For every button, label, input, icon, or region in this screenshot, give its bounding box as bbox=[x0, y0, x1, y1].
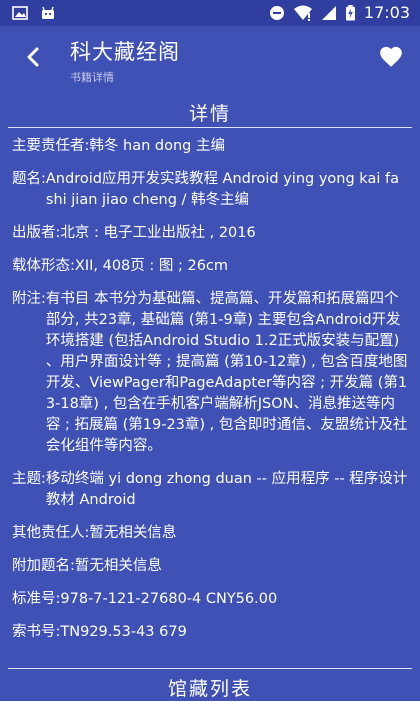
detail-row-call-number: 索书号: TN929.53-43 679 bbox=[12, 622, 408, 643]
detail-label: 题名: bbox=[12, 171, 46, 187]
detail-label: 出版者: bbox=[12, 225, 61, 241]
section-divider bbox=[8, 668, 412, 669]
detail-value: 移动终端 yi dong zhong duan -- 应用程序 -- 程序设计 … bbox=[45, 471, 408, 508]
detail-value: 有书目 本书分为基础篇、提高篇、开发篇和拓展篇四个部分, 共23章, 基础篇 (… bbox=[45, 291, 408, 454]
wifi-icon bbox=[293, 5, 312, 21]
detail-row-isbn: 标准号: 978-7-121-27680-4 CNY56.00 bbox=[12, 589, 408, 610]
detail-value: 韩冬 han dong 主编 bbox=[89, 138, 225, 154]
detail-value: 暂无相关信息 bbox=[74, 558, 162, 574]
app-title: 科大藏经阁 bbox=[70, 40, 180, 64]
app-subtitle: 书籍详情 bbox=[70, 71, 114, 84]
back-arrow-icon[interactable] bbox=[20, 43, 48, 71]
detail-label: 其他责任人: bbox=[12, 525, 90, 541]
detail-row-subject: 主题: 移动终端 yi dong zhong duan -- 应用程序 -- 程… bbox=[12, 469, 408, 511]
image-notification-icon bbox=[12, 6, 28, 20]
detail-row-publisher: 出版者: 北京 : 电子工业出版社 , 2016 bbox=[12, 223, 408, 244]
android-notification-icon bbox=[42, 6, 54, 19]
detail-row-title: 题名: Android应用开发实践教程 Android ying yong ka… bbox=[12, 169, 408, 211]
detail-label: 附加题名: bbox=[12, 558, 75, 574]
detail-label: 索书号: bbox=[12, 624, 61, 640]
status-time: 17:03 bbox=[363, 3, 410, 22]
detail-value: 978-7-121-27680-4 CNY56.00 bbox=[60, 591, 278, 607]
signal-icon bbox=[321, 5, 336, 20]
detail-label: 附注: bbox=[12, 291, 46, 307]
detail-label: 标准号: bbox=[12, 591, 61, 607]
detail-label: 主题: bbox=[12, 471, 46, 487]
holdings-section-title: 馆藏列表 bbox=[167, 678, 252, 700]
favorite-heart-icon[interactable] bbox=[378, 44, 404, 70]
detail-value: 暂无相关信息 bbox=[89, 525, 177, 541]
section-divider bbox=[8, 127, 412, 128]
detail-value: 北京 : 电子工业出版社 , 2016 bbox=[60, 225, 256, 241]
detail-row-author: 主要责任者: 韩冬 han dong 主编 bbox=[12, 136, 408, 157]
detail-row-other-responsible: 其他责任人: 暂无相关信息 bbox=[12, 523, 408, 544]
detail-value: TN929.53-43 679 bbox=[60, 624, 187, 640]
detail-value: XII, 408页 : 图 ; 26cm bbox=[74, 258, 229, 274]
detail-label: 主要责任者: bbox=[12, 138, 90, 154]
detail-value: Android应用开发实践教程 Android ying yong kai fa… bbox=[45, 171, 399, 208]
detail-label: 载体形态: bbox=[12, 258, 75, 274]
detail-row-additional-title: 附加题名: 暂无相关信息 bbox=[12, 556, 408, 577]
do-not-disturb-icon bbox=[269, 5, 284, 20]
details-list: 主要责任者: 韩冬 han dong 主编 题名: Android应用开发实践教… bbox=[12, 136, 408, 655]
detail-row-notes: 附注: 有书目 本书分为基础篇、提高篇、开发篇和拓展篇四个部分, 共23章, 基… bbox=[12, 289, 408, 457]
app-bar: 科大藏经阁 书籍详情 bbox=[0, 26, 420, 88]
battery-charging-icon bbox=[345, 4, 355, 21]
detail-row-format: 载体形态: XII, 408页 : 图 ; 26cm bbox=[12, 256, 408, 277]
details-section-title: 详情 bbox=[188, 103, 231, 125]
status-bar: 17:03 bbox=[0, 0, 420, 26]
